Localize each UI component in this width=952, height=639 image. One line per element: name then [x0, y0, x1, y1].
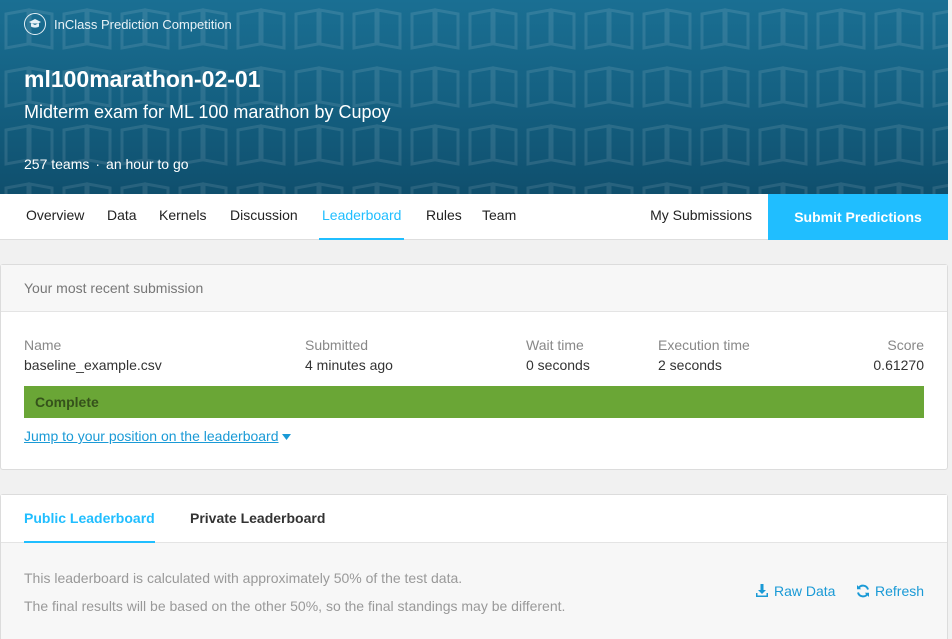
score-label: Score — [887, 337, 924, 353]
submission-file-name: baseline_example.csv — [24, 357, 162, 373]
jump-link-label: Jump to your position on the leaderboard — [24, 428, 279, 444]
tab-data[interactable]: Data — [107, 194, 137, 240]
leaderboard-note-1: This leaderboard is calculated with appr… — [24, 570, 463, 586]
submit-predictions-button[interactable]: Submit Predictions — [768, 194, 948, 240]
refresh-link[interactable]: Refresh — [856, 583, 924, 599]
score-value: 0.61270 — [873, 357, 924, 373]
refresh-icon — [857, 584, 869, 598]
name-label: Name — [24, 337, 62, 353]
graduation-cap-icon — [24, 13, 46, 35]
tab-overview[interactable]: Overview — [26, 194, 84, 240]
recent-submission-heading: Your most recent submission — [1, 265, 947, 312]
recent-submission-card: Your most recent submission Name baselin… — [0, 264, 948, 470]
team-count: 257 teams — [24, 156, 90, 172]
execution-time-value: 2 seconds — [658, 357, 722, 373]
my-submissions-link[interactable]: My Submissions — [650, 194, 752, 240]
status-badge: Complete — [24, 386, 924, 418]
jump-to-position-link[interactable]: Jump to your position on the leaderboard — [24, 428, 291, 444]
tab-leaderboard[interactable]: Leaderboard — [319, 194, 405, 240]
competition-type: InClass Prediction Competition — [24, 13, 232, 35]
time-remaining: an hour to go — [106, 156, 189, 172]
competition-title: ml100marathon-02-01 — [24, 66, 261, 92]
submitted-label: Submitted — [305, 337, 369, 353]
execution-time-label: Execution time — [658, 337, 750, 353]
submitted-value: 4 minutes ago — [305, 357, 393, 373]
tab-discussion[interactable]: Discussion — [230, 194, 298, 240]
competition-meta: 257 teams · an hour to go — [24, 156, 189, 172]
leaderboard-tabs: Public Leaderboard Private Leaderboard — [1, 495, 947, 543]
wait-time-column: Wait time 0 seconds — [526, 337, 590, 373]
tab-kernels[interactable]: Kernels — [159, 194, 206, 240]
leaderboard-note-2: The final results will be based on the o… — [24, 598, 566, 614]
tab-rules[interactable]: Rules — [426, 194, 462, 240]
competition-subtitle: Midterm exam for ML 100 marathon by Cupo… — [24, 102, 391, 122]
tab-team[interactable]: Team — [482, 194, 516, 240]
competition-header: InClass Prediction Competition ml100mara… — [0, 0, 948, 194]
wait-time-value: 0 seconds — [526, 357, 590, 373]
raw-data-link[interactable]: Raw Data — [755, 583, 835, 599]
submitted-column: Submitted 4 minutes ago — [305, 337, 393, 373]
leaderboard-card: Public Leaderboard Private Leaderboard T… — [0, 494, 948, 639]
raw-data-label: Raw Data — [774, 583, 836, 599]
refresh-label: Refresh — [875, 583, 925, 599]
wait-time-label: Wait time — [526, 337, 584, 353]
caret-down-icon — [281, 434, 291, 441]
submission-name-column: Name baseline_example.csv — [24, 337, 162, 373]
execution-time-column: Execution time 2 seconds — [658, 337, 750, 373]
competition-type-label: InClass Prediction Competition — [54, 16, 232, 32]
competition-nav: Overview Data Kernels Discussion Leaderb… — [0, 194, 948, 240]
tab-public-leaderboard[interactable]: Public Leaderboard — [24, 495, 155, 543]
download-icon — [756, 584, 768, 597]
tab-private-leaderboard[interactable]: Private Leaderboard — [190, 495, 325, 543]
score-column: Score 0.61270 — [873, 337, 924, 373]
